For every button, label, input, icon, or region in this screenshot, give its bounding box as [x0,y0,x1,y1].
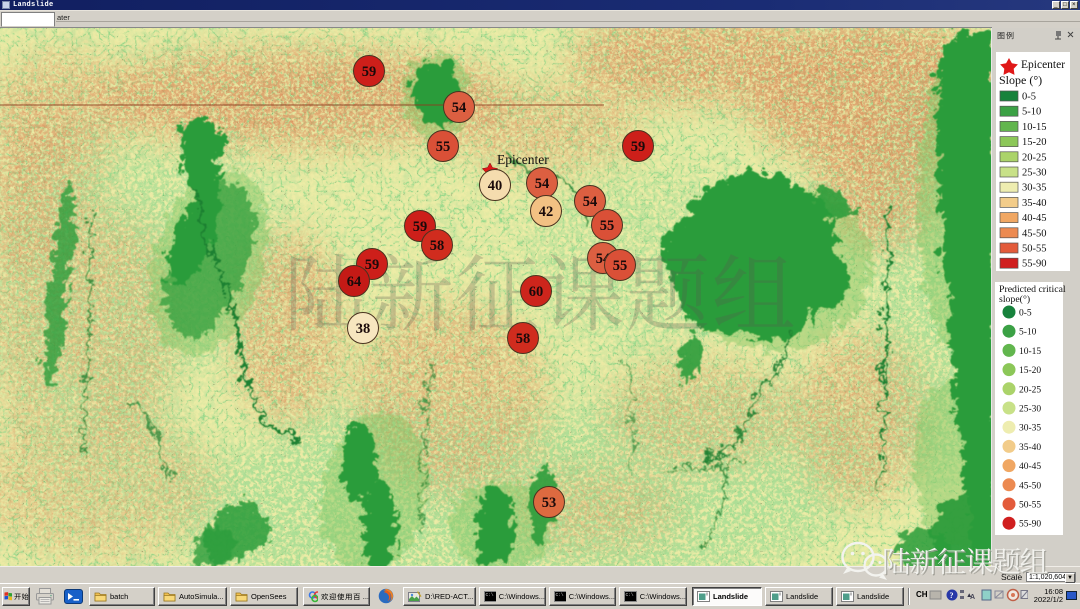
svg-text:35-40: 35-40 [1019,443,1041,453]
svg-text:59: 59 [631,139,646,155]
svg-text:0-5: 0-5 [1022,92,1036,103]
svg-text:50-55: 50-55 [1022,244,1047,255]
svg-text:54: 54 [583,194,598,210]
svg-text:40-45: 40-45 [1022,213,1047,224]
svg-text:58: 58 [430,238,445,254]
svg-text:55-90: 55-90 [1022,259,1047,270]
svg-text:25-30: 25-30 [1022,168,1047,179]
svg-text:15-20: 15-20 [1019,366,1041,376]
svg-text:55: 55 [613,258,628,274]
svg-text:5-10: 5-10 [1022,107,1041,118]
svg-text:15-20: 15-20 [1022,137,1047,148]
svg-text:?: ? [950,591,954,600]
svg-text:slope(°): slope(°) [999,294,1030,305]
svg-text:54: 54 [535,176,550,192]
svg-text:20-25: 20-25 [1019,385,1041,395]
svg-text:A: A [970,594,975,601]
svg-text:59: 59 [413,219,428,235]
svg-text:40-45: 40-45 [1019,462,1041,472]
svg-text:10-15: 10-15 [1019,347,1041,357]
svg-text:C:\: C:\ [556,592,564,598]
svg-text:5-10: 5-10 [1019,328,1037,338]
svg-text:35-40: 35-40 [1022,198,1047,209]
svg-text:30-35: 30-35 [1022,183,1047,194]
svg-text:10-15: 10-15 [1022,122,1047,133]
svg-text:59: 59 [365,257,380,273]
svg-text:25-30: 25-30 [1019,405,1041,415]
svg-text:Epicenter: Epicenter [497,152,549,167]
svg-text:40: 40 [488,178,503,194]
svg-text:0-5: 0-5 [1019,309,1032,319]
svg-text:60: 60 [529,284,544,300]
svg-text:50-55: 50-55 [1019,501,1041,511]
svg-text:30-35: 30-35 [1019,424,1041,434]
svg-text:45-50: 45-50 [1019,481,1041,491]
svg-text:55: 55 [600,218,615,234]
svg-text:59: 59 [362,64,377,80]
svg-text:C:\: C:\ [486,592,494,598]
svg-text:53: 53 [542,495,557,511]
svg-text:58: 58 [516,331,531,347]
svg-text:Epicenter: Epicenter [1021,59,1065,71]
svg-text:55-90: 55-90 [1019,520,1041,530]
svg-text:C:\: C:\ [626,592,634,598]
svg-text:Slope (°): Slope (°) [999,73,1042,87]
svg-text:20-25: 20-25 [1022,152,1047,163]
svg-text:55: 55 [436,139,451,155]
svg-text:38: 38 [356,321,371,337]
svg-text:45-50: 45-50 [1022,228,1047,239]
svg-text:64: 64 [347,274,362,290]
svg-text:42: 42 [539,204,554,220]
svg-text:54: 54 [452,100,467,116]
